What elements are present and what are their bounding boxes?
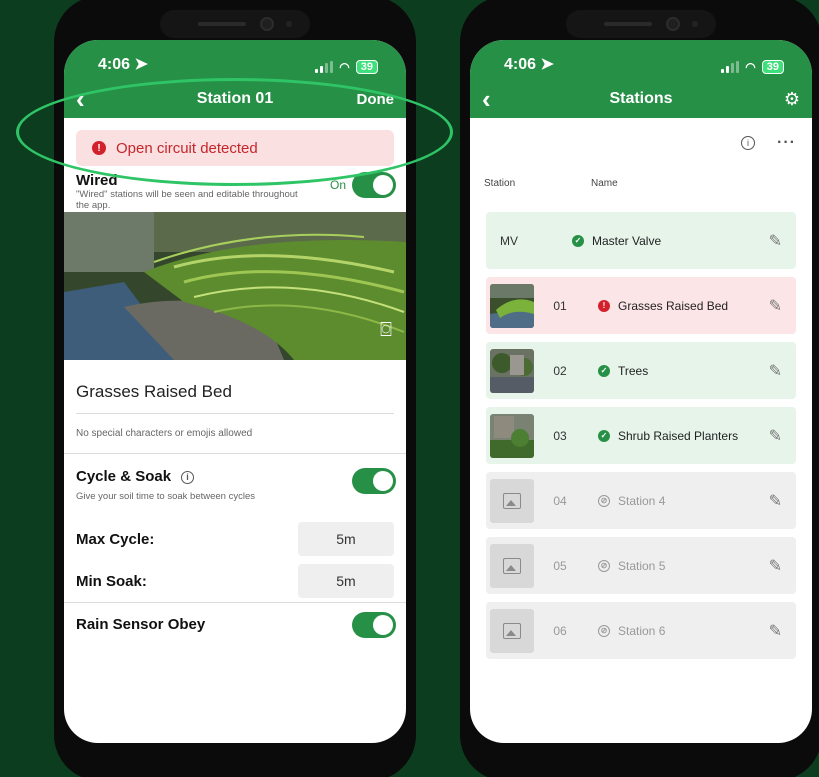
station-name: Station 6 [618,623,666,638]
check-circle-icon: ✓ [572,234,584,247]
stations-screen: 4:06 ➤ ◠ 39 ‹ Stations ⚙ i ··· Station N… [470,40,812,743]
list-toolbar: i ··· [470,118,812,168]
station-name: Station 5 [618,558,666,573]
name-hint: No special characters or emojis allowed [64,414,406,454]
cycle-soak-toggle[interactable] [352,468,396,494]
wired-toggle[interactable] [352,172,396,198]
check-circle-icon: ✓ [598,429,610,442]
disabled-icon: ⊘ [598,494,610,507]
station-row-05[interactable]: 05 ⊘ Station 5 ✎ [486,537,796,594]
station-photo: ⌼ [64,212,406,360]
min-soak-input[interactable]: 5m [298,564,394,598]
station-row-03[interactable]: 03 ✓ Shrub Raised Planters ✎ [486,407,796,464]
station-row-04[interactable]: 04 ⊘ Station 4 ✎ [486,472,796,529]
phone-station-detail: 4:06 ➤ ◠ 39 ‹ Station 01 Done ! Open cir… [54,0,416,777]
station-name: Master Valve [592,233,662,248]
location-arrow-icon: ➤ [540,56,554,73]
station-name: Shrub Raised Planters [618,428,739,443]
error-icon: ! [598,299,610,312]
station-number: 05 [553,558,567,573]
station-name: Station 4 [618,493,666,508]
station-row-01[interactable]: 01 ! Grasses Raised Bed ✎ [486,277,796,334]
station-row-02[interactable]: 02 ✓ Trees ✎ [486,342,796,399]
station-row-mv[interactable]: MV ✓ Master Valve ✎ [486,212,796,269]
error-icon: ! [92,141,106,155]
signal-icon [315,61,334,73]
disabled-icon: ⊘ [598,559,610,572]
station-number: 04 [553,493,567,508]
alert-text: Open circuit detected [116,139,258,157]
wired-row: Wired "Wired" stations will be seen and … [64,166,406,212]
status-bar: 4:06 ➤ ◠ 39 [470,40,812,80]
status-time: 4:06 [98,56,131,73]
pencil-icon[interactable]: ✎ [769,621,782,641]
column-name: Name [591,178,618,189]
disabled-icon: ⊘ [598,624,610,637]
wired-description: "Wired" stations will be seen and editab… [76,189,298,211]
pencil-icon[interactable]: ✎ [769,491,782,511]
signal-icon [721,61,740,73]
camera-icon[interactable]: ⌼ [380,319,392,342]
battery-icon: 39 [761,60,784,74]
phone-notch [566,10,716,38]
info-icon[interactable]: i [741,136,756,150]
phone-notch [160,10,310,38]
back-icon[interactable]: ‹ [76,86,85,112]
nav-bar: ‹ Stations ⚙ [470,80,812,118]
max-cycle-input[interactable]: 5m [298,522,394,556]
station-name: Grasses Raised Bed [618,298,729,313]
status-bar: 4:06 ➤ ◠ 39 [64,40,406,80]
pencil-icon[interactable]: ✎ [769,426,782,446]
rain-sensor-toggle[interactable] [352,612,396,638]
info-icon[interactable]: i [181,471,195,484]
back-icon[interactable]: ‹ [482,86,491,112]
max-cycle-label: Max Cycle: [76,530,155,548]
image-placeholder-icon [490,608,534,653]
station-name-input[interactable]: Grasses Raised Bed [76,360,394,414]
gear-icon[interactable]: ⚙ [784,89,800,110]
battery-icon: 39 [355,60,378,74]
station-number: MV [500,233,518,248]
column-headers: Station Name [470,168,812,212]
station-number: 02 [553,363,567,378]
pencil-icon[interactable]: ✎ [769,361,782,381]
rain-sensor-row: Rain Sensor Obey [64,602,406,646]
cycle-soak-label: Cycle & Soak [76,468,172,485]
nav-bar: ‹ Station 01 Done [64,80,406,118]
column-station: Station [484,178,516,189]
location-arrow-icon: ➤ [134,56,148,73]
image-placeholder-icon [490,478,534,523]
cycle-soak-row: Cycle & Soak i Give your soil time to soa… [64,454,406,518]
more-icon[interactable]: ··· [777,134,796,152]
done-button[interactable]: Done [357,91,395,108]
station-thumbnail [490,348,534,393]
wired-state: On [329,178,346,192]
wifi-icon: ◠ [339,60,350,74]
open-circuit-alert: ! Open circuit detected [76,130,394,166]
pencil-icon[interactable]: ✎ [769,296,782,316]
status-time: 4:06 [504,56,537,73]
phone-stations-list: 4:06 ➤ ◠ 39 ‹ Stations ⚙ i ··· Station N… [460,0,819,777]
wifi-icon: ◠ [745,60,756,74]
max-cycle-row: Max Cycle: 5m [64,518,406,560]
page-title: Stations [609,90,673,107]
check-circle-icon: ✓ [598,364,610,377]
station-number: 06 [553,623,567,638]
min-soak-label: Min Soak: [76,572,147,590]
station-thumbnail [490,283,534,328]
cycle-soak-description: Give your soil time to soak between cycl… [76,491,255,502]
station-row-06[interactable]: 06 ⊘ Station 6 ✎ [486,602,796,659]
image-placeholder-icon [490,543,534,588]
station-name: Trees [618,363,649,378]
page-title: Station 01 [196,90,274,107]
min-soak-row: Min Soak: 5m [64,560,406,602]
station-number: 03 [553,428,567,443]
station-thumbnail [490,413,534,458]
station-number: 01 [553,298,567,313]
station-detail-screen: 4:06 ➤ ◠ 39 ‹ Station 01 Done ! Open cir… [64,40,406,743]
wired-label: Wired [76,172,118,189]
pencil-icon[interactable]: ✎ [769,231,782,251]
rain-sensor-label: Rain Sensor Obey [76,616,206,633]
pencil-icon[interactable]: ✎ [769,556,782,576]
